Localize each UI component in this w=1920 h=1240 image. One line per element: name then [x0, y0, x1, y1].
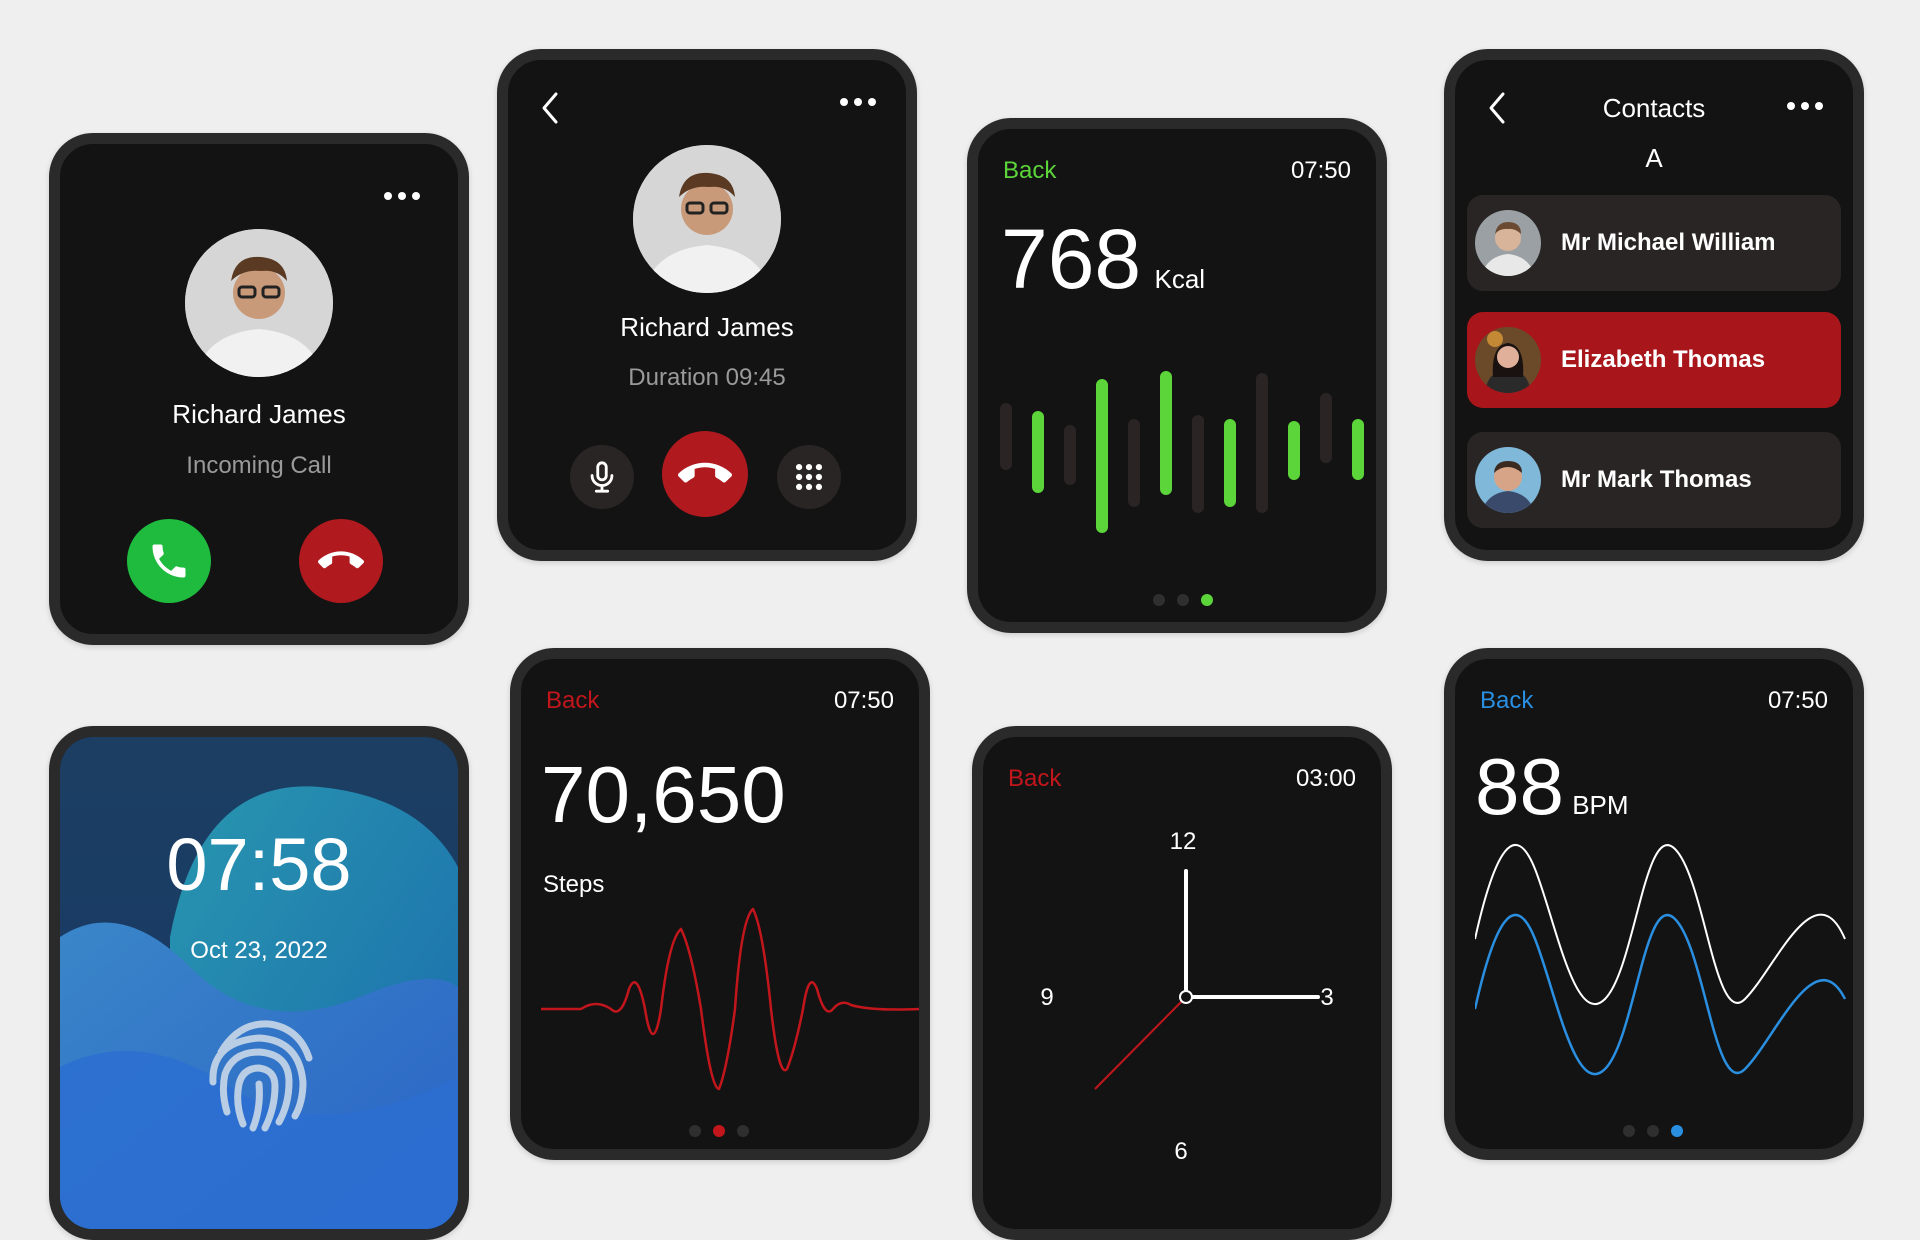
- call-duration: Duration 09:45: [628, 364, 786, 391]
- back-link[interactable]: Back: [1480, 687, 1533, 715]
- analog-clock-watch: Back 03:00 12 3 6 9: [972, 726, 1392, 1240]
- page-indicator: [1623, 1125, 1683, 1137]
- page-dot: [689, 1125, 701, 1137]
- analog-clock: 12 3 6 9: [1040, 828, 1333, 1165]
- calories-unit: Kcal: [1154, 264, 1206, 294]
- avatar: [1475, 327, 1541, 393]
- heart-rate-value: 88 BPM: [1475, 741, 1629, 833]
- page-dot-active: [1671, 1125, 1683, 1137]
- hour-3: 3: [1320, 984, 1333, 1011]
- steps-label: Steps: [543, 871, 605, 898]
- section-letter: A: [1645, 143, 1663, 173]
- avatar: [633, 145, 781, 293]
- caller-name: Richard James: [172, 399, 346, 429]
- incoming-call-watch: Richard James Incoming Call: [49, 133, 469, 645]
- avatar: [1475, 447, 1541, 513]
- call-status: Incoming Call: [186, 452, 332, 479]
- page-dot: [1177, 594, 1189, 606]
- bpm-number: 88: [1475, 742, 1564, 831]
- fingerprint-icon[interactable]: [199, 1012, 321, 1134]
- page-dot-active: [713, 1125, 725, 1137]
- active-call-watch: Richard James Duration 09:45: [497, 49, 917, 561]
- time-label: 07:50: [1767, 687, 1828, 714]
- caller-name: Richard James: [620, 312, 794, 342]
- page-indicator: [689, 1125, 749, 1137]
- decline-call-button[interactable]: [299, 519, 383, 603]
- second-hand: [1094, 996, 1187, 1090]
- time-label: 07:50: [1290, 157, 1351, 184]
- contact-name: Elizabeth Thomas: [1561, 346, 1766, 373]
- keypad-icon: [795, 463, 823, 491]
- page-dot: [1647, 1125, 1659, 1137]
- contacts-watch: Contacts A Mr Michael William Elizabeth …: [1444, 49, 1864, 561]
- avatar: [1475, 210, 1541, 276]
- page-dot-active: [1201, 594, 1213, 606]
- calories-bars: [1000, 371, 1364, 533]
- time-label: 07:50: [833, 687, 894, 714]
- lock-screen-watch: 07:58 Oct 23, 2022: [49, 726, 469, 1240]
- more-options-icon[interactable]: [840, 98, 876, 106]
- back-chevron-icon[interactable]: [538, 90, 562, 126]
- back-link[interactable]: Back: [1003, 157, 1056, 185]
- lock-date: Oct 23, 2022: [190, 937, 328, 964]
- heart-rate-wave: [1475, 844, 1847, 1076]
- heart-rate-watch: Back 07:50 88 BPM: [1444, 648, 1864, 1160]
- contact-item-active[interactable]: Elizabeth Thomas: [1467, 312, 1841, 408]
- phone-decline-icon: [318, 551, 364, 569]
- phone-accept-icon: [152, 544, 186, 578]
- calories-number: 768: [1001, 212, 1142, 306]
- wallpaper: [60, 737, 458, 1229]
- accept-call-button[interactable]: [127, 519, 211, 603]
- mute-button[interactable]: [570, 445, 634, 509]
- avatar: [185, 229, 333, 377]
- back-link[interactable]: Back: [546, 687, 599, 715]
- end-call-button[interactable]: [662, 431, 748, 517]
- bpm-unit: BPM: [1572, 790, 1629, 820]
- steps-wave: [541, 907, 919, 1091]
- phone-decline-icon: [678, 462, 732, 483]
- clock-center: [1179, 990, 1193, 1004]
- calories-watch: Back 07:50 768 Kcal: [967, 118, 1387, 633]
- steps-value: 70,650: [541, 750, 786, 839]
- contact-name: Mr Mark Thomas: [1561, 466, 1752, 493]
- more-options-icon[interactable]: [1787, 102, 1823, 110]
- more-options-icon[interactable]: [384, 192, 420, 200]
- hour-9: 9: [1040, 984, 1053, 1011]
- contact-item[interactable]: Mr Mark Thomas: [1467, 432, 1841, 528]
- contact-item[interactable]: Mr Michael William: [1467, 195, 1841, 291]
- calories-value: 768 Kcal: [1001, 211, 1205, 308]
- hour-12: 12: [1170, 828, 1197, 855]
- lock-time: 07:58: [166, 823, 352, 906]
- page-indicator: [1153, 594, 1213, 606]
- hour-6: 6: [1174, 1138, 1187, 1165]
- microphone-icon: [590, 461, 614, 493]
- page-dot: [1623, 1125, 1635, 1137]
- steps-watch: Back 07:50 70,650 Steps: [510, 648, 930, 1160]
- page-dot: [1153, 594, 1165, 606]
- contact-name: Mr Michael William: [1561, 229, 1776, 256]
- page-dot: [737, 1125, 749, 1137]
- keypad-button[interactable]: [777, 445, 841, 509]
